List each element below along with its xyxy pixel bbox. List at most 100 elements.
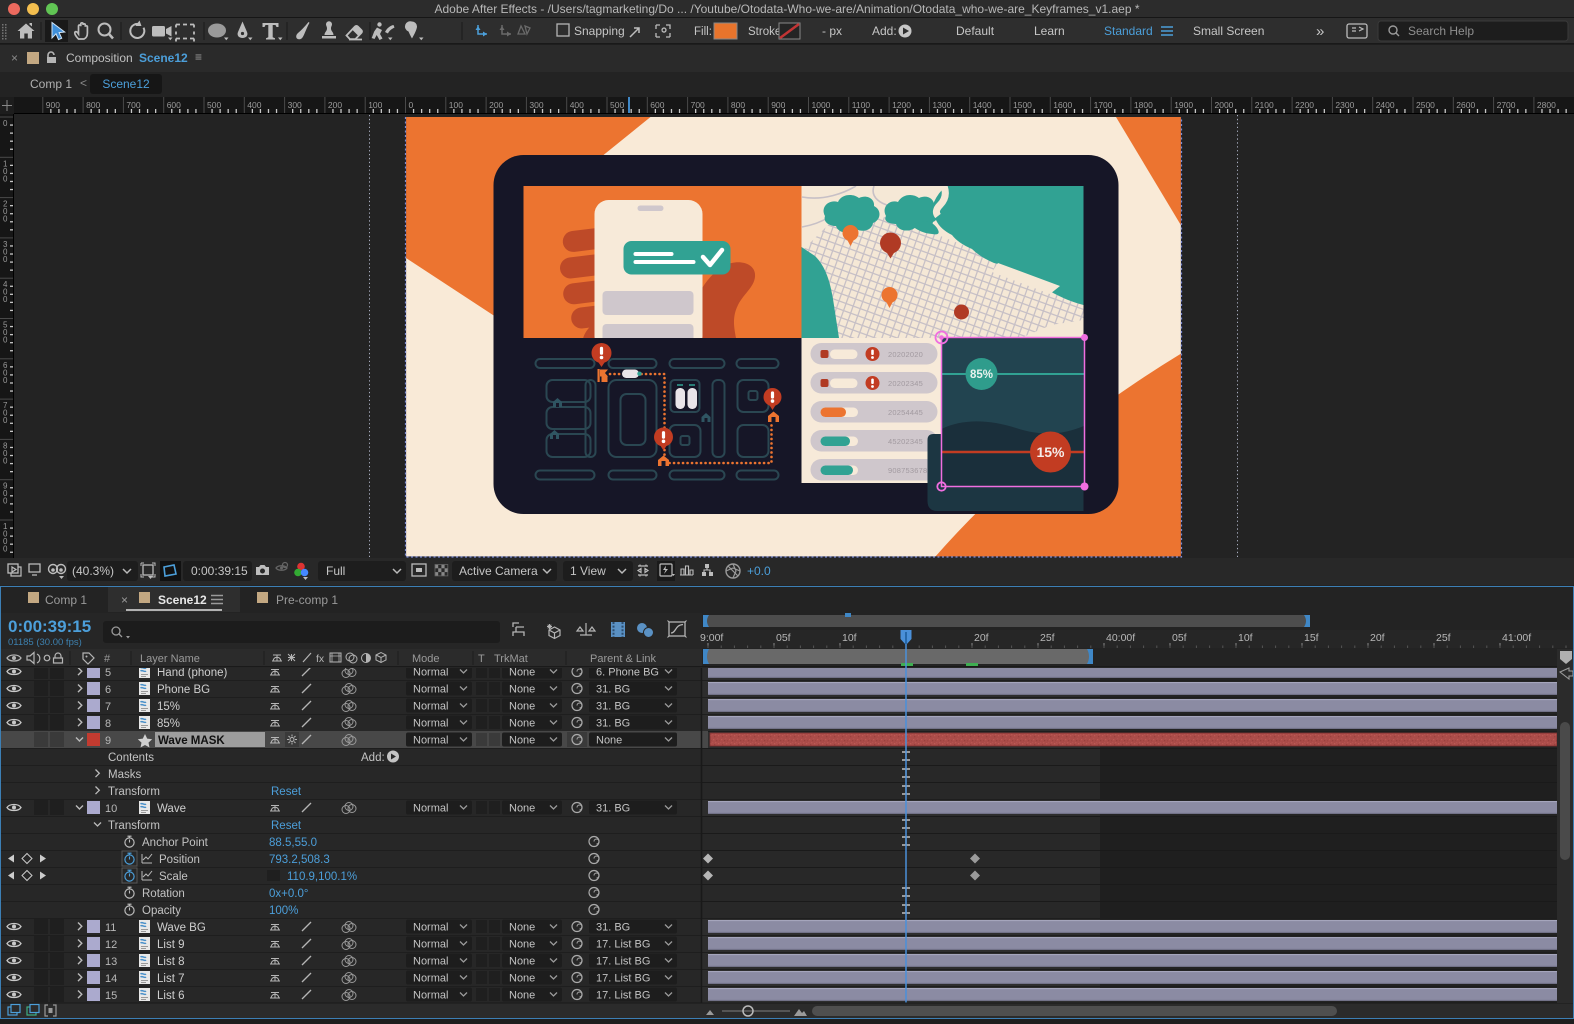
svg-text:None: None (509, 956, 535, 968)
svg-text:2200: 2200 (1295, 100, 1314, 110)
svg-text:None: None (509, 922, 535, 934)
svg-text:Opacity: Opacity (142, 905, 181, 917)
svg-text:100: 100 (449, 100, 463, 110)
svg-text:1100: 1100 (852, 100, 871, 110)
svg-text:88.5,55.0: 88.5,55.0 (269, 837, 317, 849)
svg-text:20f: 20f (1370, 632, 1385, 644)
svg-text:13: 13 (105, 956, 117, 968)
svg-text:6: 6 (105, 684, 111, 696)
svg-text:17. List BG: 17. List BG (596, 990, 650, 1002)
svg-text:31. BG: 31. BG (596, 922, 630, 934)
svg-text:None: None (509, 939, 535, 951)
svg-text:7: 7 (105, 701, 111, 713)
svg-text:1700: 1700 (1094, 100, 1113, 110)
svg-text:Transform: Transform (108, 820, 160, 832)
svg-text:10: 10 (105, 803, 117, 815)
svg-text:1200: 1200 (892, 100, 911, 110)
svg-text:Normal: Normal (413, 939, 448, 951)
svg-text:1300: 1300 (932, 100, 951, 110)
svg-text:17. List BG: 17. List BG (596, 939, 650, 951)
svg-text:0:00:39:15: 0:00:39:15 (8, 617, 91, 636)
svg-text:500: 500 (610, 100, 624, 110)
svg-text:10f: 10f (1238, 632, 1253, 644)
svg-text:41:00f: 41:00f (1502, 632, 1531, 644)
svg-text:17. List BG: 17. List BG (596, 956, 650, 968)
svg-text:Pre-comp 1: Pre-comp 1 (276, 593, 338, 607)
svg-text:Wave BG: Wave BG (157, 922, 206, 934)
svg-text:8: 8 (105, 718, 111, 730)
svg-text:0: 0 (409, 100, 414, 110)
svg-text:800: 800 (86, 100, 100, 110)
svg-text:900: 900 (46, 100, 60, 110)
svg-text:0: 0 (3, 255, 8, 264)
svg-text:Layer Name: Layer Name (140, 653, 200, 665)
svg-text:Snapping: Snapping (574, 24, 625, 38)
svg-text:0: 0 (3, 215, 8, 224)
svg-text:0: 0 (3, 416, 8, 425)
svg-text:0: 0 (3, 376, 8, 385)
svg-text:2600: 2600 (1456, 100, 1475, 110)
svg-text:T: T (478, 653, 485, 665)
svg-text:0: 0 (3, 295, 8, 304)
svg-text:None: None (509, 735, 535, 747)
svg-text:Masks: Masks (108, 769, 141, 781)
svg-text:None: None (509, 718, 535, 730)
svg-text:None: None (509, 701, 535, 713)
svg-text:2100: 2100 (1255, 100, 1274, 110)
svg-text:15f: 15f (1304, 632, 1319, 644)
svg-text:None: None (509, 990, 535, 1002)
svg-text:Position: Position (159, 854, 200, 866)
svg-text:600: 600 (167, 100, 181, 110)
svg-text:Normal: Normal (413, 956, 448, 968)
svg-text:0:00:39:15: 0:00:39:15 (191, 564, 248, 578)
svg-text:10f: 10f (842, 632, 857, 644)
svg-text:0: 0 (3, 545, 8, 554)
svg-text:15: 15 (105, 990, 117, 1002)
svg-text:Normal: Normal (413, 667, 448, 679)
svg-text:2700: 2700 (1497, 100, 1516, 110)
svg-text:85%: 85% (157, 718, 180, 730)
svg-text:2000: 2000 (1215, 100, 1234, 110)
svg-text:9:00f: 9:00f (700, 632, 723, 644)
svg-text:Transform: Transform (108, 786, 160, 798)
svg-text:Mode: Mode (412, 653, 440, 665)
svg-text:12: 12 (105, 939, 117, 951)
svg-text:11: 11 (105, 922, 116, 934)
svg-text:Standard: Standard (1104, 24, 1153, 38)
svg-text:List 7: List 7 (157, 973, 185, 985)
svg-text:Fill:: Fill: (694, 26, 712, 38)
svg-text:01185 (30.00 fps): 01185 (30.00 fps) (8, 637, 82, 648)
svg-text:List 8: List 8 (157, 956, 185, 968)
svg-text:Normal: Normal (413, 973, 448, 985)
svg-text:Parent & Link: Parent & Link (590, 653, 657, 665)
svg-text:Contents: Contents (108, 752, 154, 764)
svg-text:31. BG: 31. BG (596, 701, 630, 713)
svg-text:1800: 1800 (1134, 100, 1153, 110)
svg-text:2400: 2400 (1376, 100, 1395, 110)
svg-text:1 View: 1 View (570, 564, 606, 578)
svg-text:Comp 1: Comp 1 (45, 593, 87, 607)
svg-text:1600: 1600 (1053, 100, 1072, 110)
svg-text:700: 700 (691, 100, 705, 110)
svg-text:400: 400 (247, 100, 261, 110)
svg-text:300: 300 (288, 100, 302, 110)
svg-text:»: » (1316, 23, 1324, 40)
svg-text:#: # (104, 653, 111, 665)
svg-text:15%: 15% (157, 701, 180, 713)
svg-text:0: 0 (3, 174, 8, 183)
svg-text:9: 9 (105, 735, 111, 747)
svg-text:200: 200 (328, 100, 342, 110)
svg-text:0: 0 (3, 497, 8, 506)
svg-text:+0.0: +0.0 (747, 564, 771, 578)
svg-text:6. Phone BG: 6. Phone BG (596, 667, 659, 679)
svg-text:Add:: Add: (361, 752, 385, 764)
svg-text:2500: 2500 (1416, 100, 1435, 110)
svg-text:Learn: Learn (1034, 24, 1065, 38)
svg-text:100%: 100% (269, 905, 298, 917)
svg-text:20f: 20f (974, 632, 989, 644)
svg-text:31. BG: 31. BG (596, 718, 630, 730)
svg-text:40:00f: 40:00f (1106, 632, 1135, 644)
svg-text:Anchor Point: Anchor Point (142, 837, 209, 849)
svg-text:None: None (509, 973, 535, 985)
svg-text:Scene12: Scene12 (158, 593, 207, 607)
